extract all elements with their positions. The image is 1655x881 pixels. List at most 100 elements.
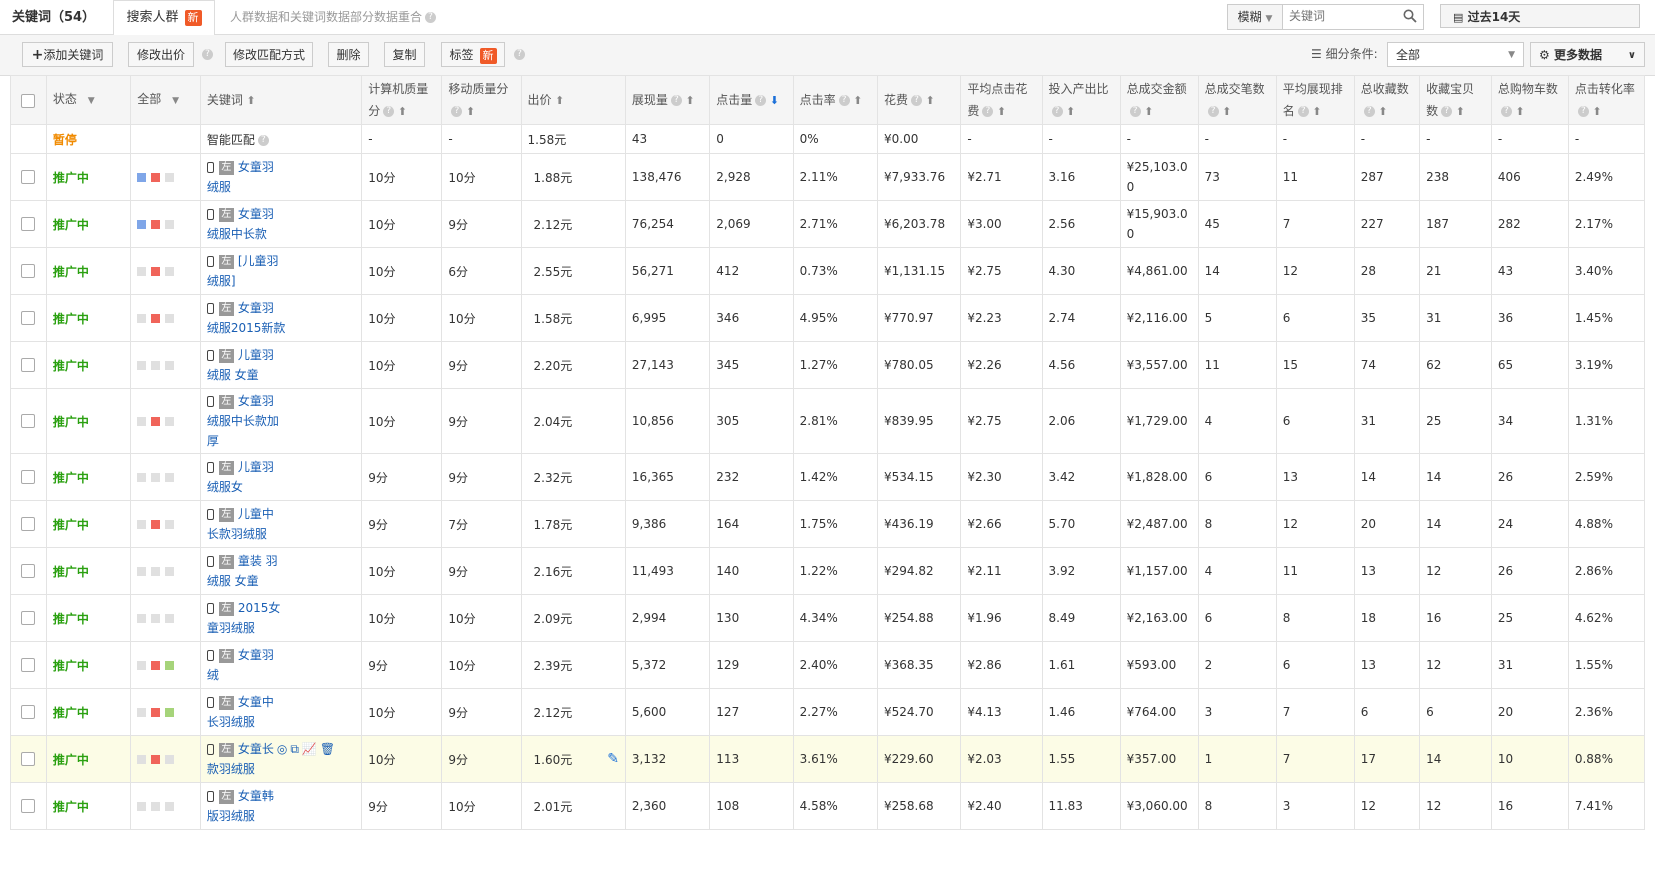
help-icon[interactable]: ? xyxy=(755,94,767,106)
edit-bid-button[interactable]: 修改出价 xyxy=(128,42,194,67)
keyword-link[interactable]: 童羽绒服 xyxy=(207,621,255,635)
select-all-checkbox[interactable] xyxy=(21,93,36,108)
sort-up-icon[interactable]: ⬆ xyxy=(1063,105,1075,118)
help-icon[interactable]: ? xyxy=(670,94,682,106)
keyword-link[interactable]: 女童羽 xyxy=(238,207,274,221)
help-icon[interactable]: ? xyxy=(1441,105,1453,117)
row-checkbox[interactable] xyxy=(21,564,36,579)
column-header[interactable]: 点击转化率? ⬆ xyxy=(1567,75,1646,125)
trash-icon[interactable]: 🗑 xyxy=(320,739,335,759)
help-icon[interactable]: ? xyxy=(383,105,395,117)
column-header[interactable]: 花费? ⬆ xyxy=(876,75,962,125)
keyword-link[interactable]: 绒服中长款加 xyxy=(207,414,279,428)
help-icon[interactable]: ? xyxy=(1207,105,1219,117)
table-row[interactable]: 推广中 左女童羽 绒服2015新款 10分 10分 1.58元 6,995 346 4.95% ¥… xyxy=(10,294,1646,342)
edit-match-button[interactable]: 修改匹配方式 xyxy=(225,42,313,67)
sort-up-icon[interactable]: ⬆ xyxy=(394,105,407,118)
row-checkbox[interactable] xyxy=(21,752,36,767)
column-header[interactable]: 总收藏数? ⬆ xyxy=(1353,75,1421,125)
keyword-link[interactable]: 款羽绒服 xyxy=(207,762,255,776)
sort-up-icon[interactable]: ⬆ xyxy=(552,94,564,107)
keyword-link[interactable]: 绒服女 xyxy=(207,480,243,494)
row-checkbox[interactable] xyxy=(21,658,36,673)
keyword-link[interactable]: 女童羽 xyxy=(238,394,274,408)
column-header[interactable]: 计算机质量分? ⬆ xyxy=(361,75,443,125)
keyword-link[interactable]: [儿童羽 xyxy=(238,254,279,268)
row-checkbox[interactable] xyxy=(21,611,36,626)
trend-chart-icon[interactable]: 📈 xyxy=(302,739,317,759)
help-icon[interactable]: ? xyxy=(514,49,525,60)
tab-search-crowd[interactable]: 搜索人群新 xyxy=(113,0,215,36)
sort-up-icon[interactable]: ⬆ xyxy=(1219,105,1231,118)
table-row[interactable]: 推广中 左女童羽 绒服 10分 10分 1.88元 138,476 2,928 2.11% ¥7,… xyxy=(10,153,1646,201)
column-header[interactable]: 全部 ▼ xyxy=(130,75,201,125)
row-checkbox[interactable] xyxy=(21,470,36,485)
segment-condition-select[interactable]: 全部 ▼ xyxy=(1387,42,1524,67)
more-data-button[interactable]: ⚙ 更多数据 ∨ xyxy=(1530,42,1645,67)
copy-icon[interactable]: ⧉ xyxy=(290,739,299,759)
column-header[interactable]: 出价 ⬆ xyxy=(520,75,626,125)
row-checkbox[interactable] xyxy=(21,311,36,326)
date-range-button[interactable]: ▤ 过去14天 xyxy=(1440,4,1640,28)
table-row[interactable]: 推广中 左女童羽 绒服中长款加厚 10分 9分 2.04元 10,856 305 2.81% ¥8… xyxy=(10,388,1646,454)
sort-up-icon[interactable]: ⬆ xyxy=(922,94,935,107)
help-icon[interactable]: ? xyxy=(451,105,463,117)
column-header[interactable]: 收藏宝贝数? ⬆ xyxy=(1419,75,1492,125)
table-row[interactable]: 推广中 左儿童中 长款羽绒服 9分 7分 1.78元 9,386 164 1.75% ¥436.1… xyxy=(10,500,1646,548)
help-icon[interactable]: ? xyxy=(425,12,437,23)
column-header[interactable]: 平均展现排名? ⬆ xyxy=(1275,75,1355,125)
keyword-link[interactable]: 绒服中长款 xyxy=(207,227,267,241)
table-row[interactable]: 推广中 左儿童羽 绒服女 9分 9分 2.32元 16,365 232 1.42% ¥534.15… xyxy=(10,453,1646,501)
table-row[interactable]: 推广中 左女童羽 绒服中长款 10分 9分 2.12元 76,254 2,069 2.71% ¥6… xyxy=(10,200,1646,248)
table-row[interactable]: 推广中 左 [儿童羽 绒服] 10分 6分 2.55元 56,271 412 0.73% ¥1,13… xyxy=(10,247,1646,295)
keyword-link[interactable]: 绒服] xyxy=(207,274,236,288)
column-header[interactable]: 平均点击花费? ⬆ xyxy=(960,75,1043,125)
row-checkbox[interactable] xyxy=(21,517,36,532)
keyword-link[interactable]: 女童羽 xyxy=(238,648,274,662)
keyword-link[interactable]: 绒服 女童 xyxy=(207,368,259,382)
help-icon[interactable]: ? xyxy=(202,49,213,60)
table-row[interactable]: 推广中 左女童羽绒 9分 10分 2.39元 5,372 129 2.40% ¥368.35 ¥2… xyxy=(10,641,1646,689)
help-icon[interactable]: ? xyxy=(982,105,994,117)
column-header[interactable]: 展现量? ⬆ xyxy=(624,75,711,125)
column-header[interactable]: 状态 ▼ xyxy=(45,75,132,125)
row-checkbox[interactable] xyxy=(21,217,36,232)
sort-down-icon[interactable]: ⬇ xyxy=(766,94,779,107)
table-row[interactable]: 推广中 左女童韩 版羽绒服 9分 10分 2.01元 2,360 108 4.58% ¥258.6… xyxy=(10,782,1646,830)
tag-button[interactable]: 标签新 xyxy=(441,42,505,67)
keyword-link[interactable]: 童装 羽 xyxy=(238,554,278,568)
help-icon[interactable]: ? xyxy=(838,94,850,106)
copy-button[interactable]: 复制 xyxy=(384,42,425,67)
row-checkbox[interactable] xyxy=(21,799,36,814)
column-header[interactable]: 投入产出比? ⬆ xyxy=(1041,75,1121,125)
target-icon[interactable]: ◎ xyxy=(277,739,287,759)
keyword-link[interactable]: 长款羽绒服 xyxy=(207,527,267,541)
keyword-link[interactable]: 女童长 xyxy=(238,742,274,756)
sort-up-icon[interactable]: ⬆ xyxy=(850,94,862,107)
column-header[interactable]: 总成交笔数? ⬆ xyxy=(1197,75,1277,125)
keyword-link[interactable]: 绒 xyxy=(207,668,219,682)
sort-up-icon[interactable]: ⬆ xyxy=(1141,105,1153,118)
search-icon[interactable] xyxy=(1403,9,1417,23)
keyword-link[interactable]: 绒服2015新款 xyxy=(207,321,286,335)
keyword-link[interactable]: 女童韩 xyxy=(238,789,274,803)
sort-up-icon[interactable]: ⬆ xyxy=(1589,105,1601,118)
sort-up-icon[interactable]: ⬆ xyxy=(682,94,694,107)
row-checkbox[interactable] xyxy=(21,264,36,279)
caret-down-icon[interactable]: ▼ xyxy=(85,96,95,106)
sort-up-icon[interactable]: ⬆ xyxy=(462,105,475,118)
row-checkbox[interactable] xyxy=(21,705,36,720)
column-header[interactable]: 关键词 ⬆ xyxy=(199,75,363,125)
keyword-link[interactable]: 2015女 xyxy=(238,601,281,615)
keyword-link[interactable]: 厚 xyxy=(207,434,219,448)
keyword-link[interactable]: 女童中 xyxy=(238,695,274,709)
sort-up-icon[interactable]: ⬆ xyxy=(243,94,255,107)
sort-up-icon[interactable]: ⬆ xyxy=(1512,105,1524,118)
delete-button[interactable]: 删除 xyxy=(328,42,369,67)
table-row[interactable]: 推广中 左儿童羽 绒服 女童 10分 9分 2.20元 27,143 345 1.27% ¥780… xyxy=(10,341,1646,389)
tab-keywords[interactable]: 关键词（54） xyxy=(12,2,110,33)
sort-up-icon[interactable]: ⬆ xyxy=(1309,105,1321,118)
row-checkbox[interactable] xyxy=(21,358,36,373)
column-header[interactable]: 移动质量分? ⬆ xyxy=(441,75,522,125)
keyword-link[interactable]: 版羽绒服 xyxy=(207,809,255,823)
